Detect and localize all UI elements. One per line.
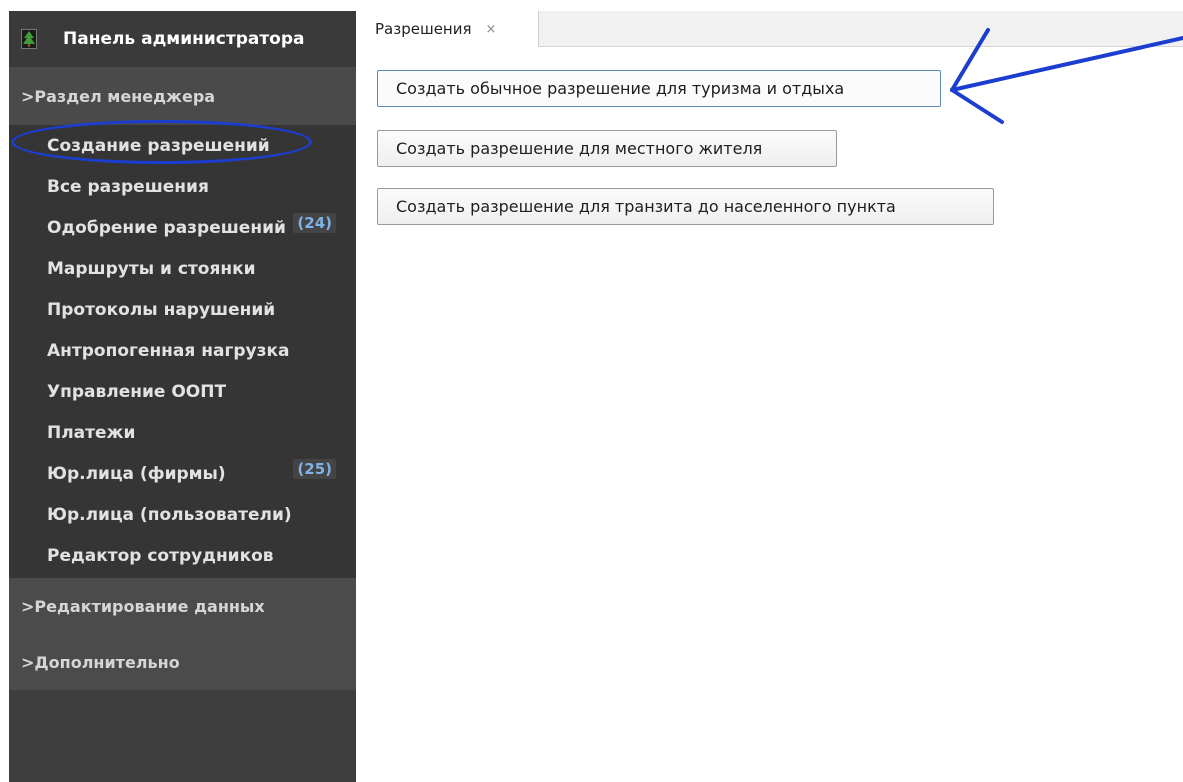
sidebar-item-label: Антропогенная нагрузка	[47, 340, 290, 361]
tab-permits[interactable]: Разрешения ×	[365, 11, 539, 47]
close-icon[interactable]: ×	[486, 22, 497, 37]
section-additional[interactable]: >Дополнительно	[9, 634, 356, 690]
sidebar-item-label: Все разрешения	[47, 176, 209, 197]
sidebar-header: Панель администратора	[9, 11, 356, 67]
lower-sections: >Редактирование данных >Дополнительно	[9, 578, 356, 690]
create-tourism-permit-button[interactable]: Создать обычное разрешение для туризма и…	[377, 70, 941, 107]
sidebar-item-label: Юр.лица (пользователи)	[47, 504, 292, 525]
sidebar-item-violations[interactable]: Протоколы нарушений	[9, 289, 356, 330]
tree-logo-icon	[21, 29, 37, 49]
sidebar-item-load[interactable]: Антропогенная нагрузка	[9, 330, 356, 371]
manager-items: Создание разрешений Все разрешения Одобр…	[9, 120, 356, 578]
sidebar-item-label: Юр.лица (фирмы)	[47, 463, 226, 484]
sidebar-item-permit-approval[interactable]: Одобрение разрешений (24)	[9, 207, 356, 248]
sidebar-title: Панель администратора	[63, 29, 305, 49]
sidebar-item-company-users[interactable]: Юр.лица (пользователи)	[9, 494, 356, 535]
sidebar-item-label: Редактор сотрудников	[47, 545, 274, 566]
sidebar-item-oopt[interactable]: Управление ООПТ	[9, 371, 356, 412]
sidebar-item-all-permits[interactable]: Все разрешения	[9, 166, 356, 207]
sidebar-item-label: Платежи	[47, 422, 136, 443]
sidebar-item-routes[interactable]: Маршруты и стоянки	[9, 248, 356, 289]
sidebar-item-companies[interactable]: Юр.лица (фирмы) (25)	[9, 453, 356, 494]
sidebar-item-create-permits[interactable]: Создание разрешений	[9, 120, 356, 166]
annotation-arrow-icon	[950, 28, 1183, 124]
create-transit-permit-button[interactable]: Создать разрешение для транзита до насел…	[377, 188, 994, 225]
section-manager[interactable]: >Раздел менеджера	[9, 67, 356, 125]
count-badge: (25)	[293, 459, 336, 479]
sidebar-item-payments[interactable]: Платежи	[9, 412, 356, 453]
sidebar-item-label: Маршруты и стоянки	[47, 258, 256, 279]
sidebar-item-label: Одобрение разрешений	[47, 217, 286, 238]
sidebar-item-label: Управление ООПТ	[47, 381, 227, 402]
admin-sidebar: Панель администратора >Раздел менеджера …	[9, 11, 356, 782]
count-badge: (24)	[293, 213, 336, 233]
sidebar-item-staff-editor[interactable]: Редактор сотрудников	[9, 535, 356, 576]
sidebar-item-label: Протоколы нарушений	[47, 299, 276, 320]
section-data-edit[interactable]: >Редактирование данных	[9, 578, 356, 634]
tab-label: Разрешения	[375, 20, 472, 38]
sidebar-item-label: Создание разрешений	[47, 135, 270, 156]
create-resident-permit-button[interactable]: Создать разрешение для местного жителя	[377, 130, 837, 167]
